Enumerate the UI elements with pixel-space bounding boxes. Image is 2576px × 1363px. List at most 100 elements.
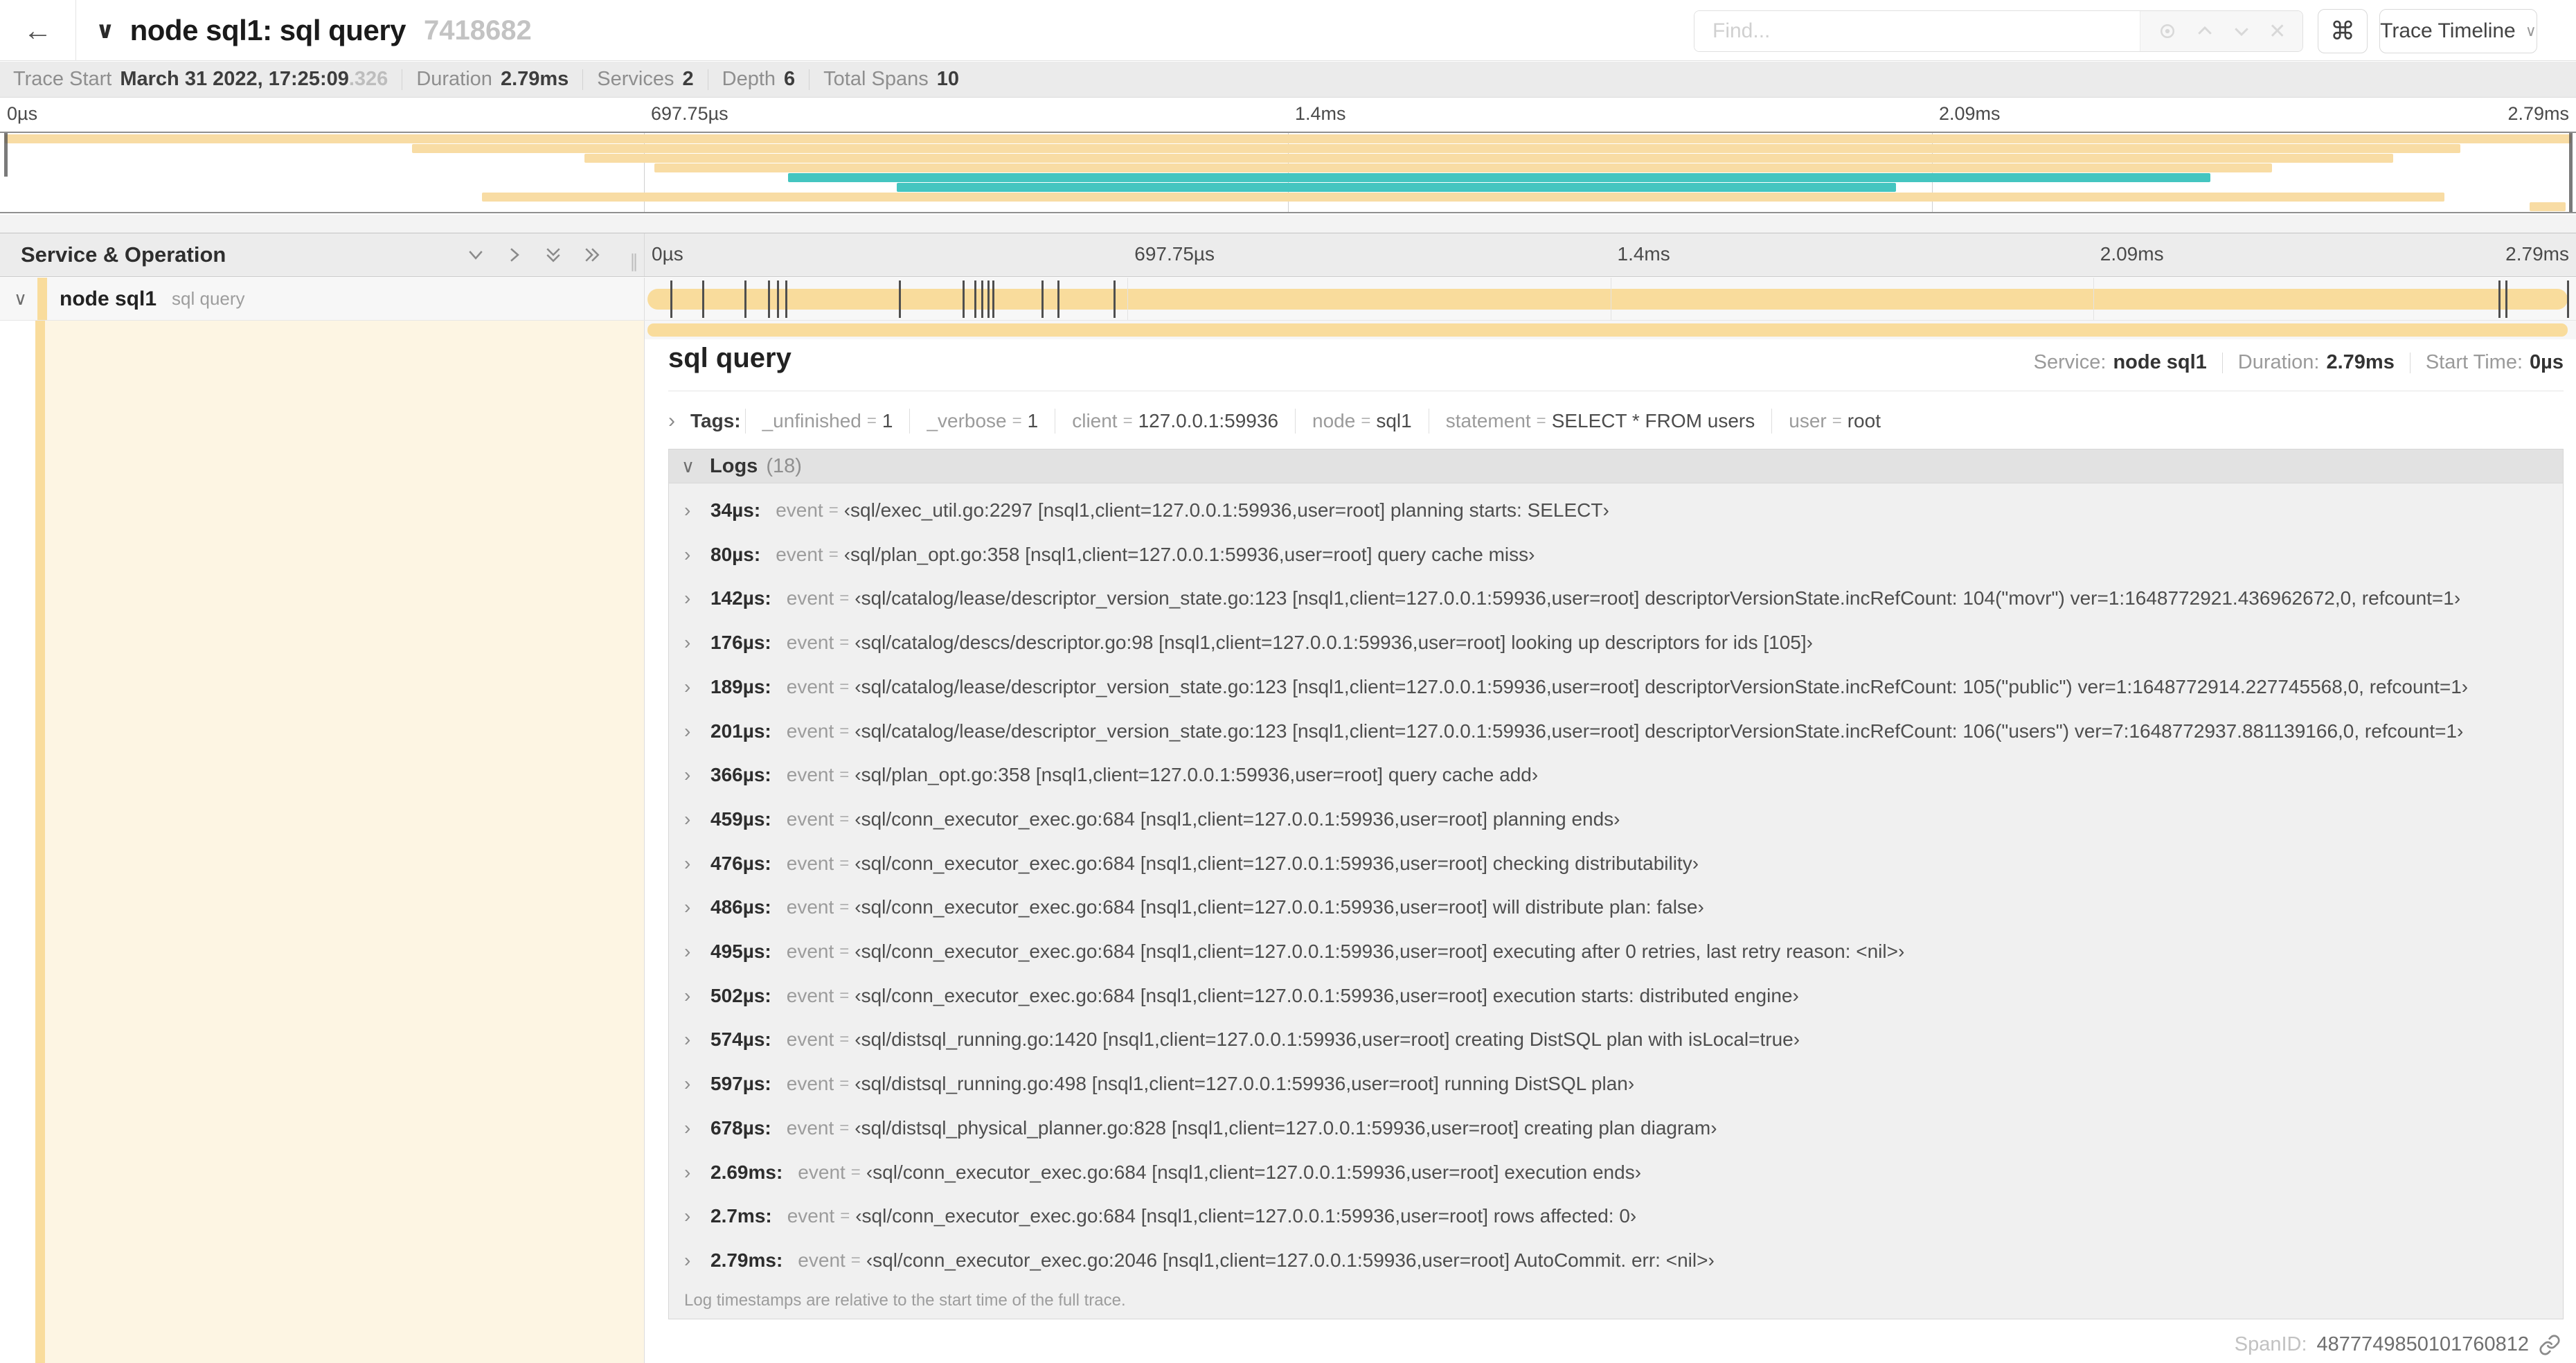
log-row[interactable]: › 597µs: event = ‹sql/distsql_running.go:498… [684, 1068, 2556, 1100]
log-timestamp: 201µs: [710, 720, 771, 742]
tag-pill[interactable]: statement = SELECT * FROM users [1428, 409, 1772, 434]
find-clear-icon[interactable]: ✕ [2269, 19, 2286, 44]
log-event-tick [776, 280, 779, 318]
log-equals: = [839, 898, 850, 917]
chevron-right-icon[interactable]: › [684, 853, 710, 875]
chevron-right-icon[interactable]: › [684, 676, 710, 698]
locate-icon[interactable] [2157, 21, 2178, 42]
view-selector-button[interactable]: Trace Timeline ∨ [2379, 9, 2537, 53]
chevron-right-icon[interactable]: › [684, 544, 710, 566]
log-row[interactable]: › 176µs: event = ‹sql/catalog/descs/descript… [684, 627, 2556, 659]
span-row-name-column[interactable]: ∨ node sql1 sql query [0, 278, 645, 320]
find-next-icon[interactable] [2231, 21, 2252, 42]
log-row[interactable]: › 2.7ms: event = ‹sql/conn_executor_exec.go:… [684, 1200, 2556, 1232]
chevron-right-icon[interactable]: › [684, 587, 710, 609]
expand-one-icon[interactable] [504, 244, 525, 265]
timeline-tick-label: 2.09ms [2100, 243, 2164, 265]
chevron-right-icon[interactable]: › [684, 764, 710, 786]
log-row[interactable]: › 201µs: event = ‹sql/catalog/lease/descript… [684, 715, 2556, 747]
log-field-key: event [786, 587, 834, 609]
log-row[interactable]: › 2.79ms: event = ‹sql/conn_executor_exec.go… [684, 1245, 2556, 1276]
back-arrow-icon: ← [23, 14, 53, 46]
column-resizer-handle[interactable]: ∥ [629, 251, 640, 272]
summary-divider [582, 69, 584, 90]
minimap-left-handle[interactable] [4, 133, 8, 177]
log-row[interactable]: › 476µs: event = ‹sql/conn_executor_exec.go:… [684, 848, 2556, 880]
log-row[interactable]: › 80µs: event = ‹sql/plan_opt.go:358 [nsql1,… [684, 539, 2556, 571]
summary-item: Services 2 [597, 68, 693, 91]
expand-all-icon[interactable] [582, 244, 602, 265]
summary-value: 2 [682, 68, 694, 90]
minimap-tick-label: 2.09ms [1939, 103, 2001, 124]
chevron-right-icon[interactable]: › [684, 1028, 710, 1051]
span-bar-track[interactable] [645, 278, 2576, 320]
find-input[interactable] [1694, 11, 2140, 51]
chevron-right-icon[interactable]: › [684, 1249, 710, 1272]
minimap-span-bar [584, 154, 2393, 163]
log-row[interactable]: › 459µs: event = ‹sql/conn_executor_exec.go:… [684, 803, 2556, 835]
chevron-right-icon[interactable]: › [684, 985, 710, 1007]
trace-title: node sql1: sql query [129, 14, 406, 46]
log-row[interactable]: › 678µs: event = ‹sql/distsql_physical_plann… [684, 1112, 2556, 1144]
tag-pill[interactable]: _verbose = 1 [909, 409, 1055, 434]
log-field-key: event [786, 720, 834, 742]
tag-pill[interactable]: client = 127.0.0.1:59936 [1055, 409, 1295, 434]
chevron-right-icon[interactable]: › [684, 896, 710, 918]
chevron-right-icon[interactable]: › [668, 409, 675, 433]
link-icon[interactable] [2539, 1334, 2561, 1356]
tag-value: 127.0.0.1:59936 [1138, 410, 1279, 431]
summary-item: Total Spans 10 [823, 68, 959, 91]
keyboard-shortcuts-button[interactable]: ⌘ [2318, 9, 2368, 53]
chevron-right-icon[interactable]: › [684, 1073, 710, 1095]
tag-pill[interactable]: node = sql1 [1295, 409, 1429, 434]
trace-title-group[interactable]: ∨ node sql1: sql query 7418682 [96, 0, 532, 61]
detail-stat-value: node sql1 [2113, 351, 2207, 373]
tag-pill[interactable]: _unfinished = 1 [744, 409, 910, 434]
collapse-all-icon[interactable] [543, 244, 564, 265]
log-row[interactable]: › 366µs: event = ‹sql/plan_opt.go:358 [nsql1… [684, 759, 2556, 791]
tag-key: user [1789, 410, 1827, 431]
log-row[interactable]: › 574µs: event = ‹sql/distsql_running.go:142… [684, 1024, 2556, 1055]
log-field-key: event [776, 543, 823, 565]
log-row[interactable]: › 486µs: event = ‹sql/conn_executor_exec.go:… [684, 891, 2556, 923]
log-equals: = [839, 721, 850, 740]
log-row[interactable]: › 142µs: event = ‹sql/catalog/lease/descript… [684, 582, 2556, 614]
log-equals: = [839, 589, 850, 608]
collapse-one-icon[interactable] [465, 244, 486, 265]
chevron-right-icon[interactable]: › [684, 1205, 710, 1227]
span-row-node-sql1[interactable]: ∨ node sql1 sql query [0, 278, 2576, 321]
timeline-tick-label: 1.4ms [1617, 243, 1670, 265]
summary-value: 6 [784, 68, 796, 90]
back-button[interactable]: ← [0, 0, 76, 61]
log-row[interactable]: › 189µs: event = ‹sql/catalog/lease/descript… [684, 671, 2556, 703]
detail-stat-label: Start Time: [2425, 351, 2523, 373]
log-timestamp: 476µs: [710, 852, 771, 874]
chevron-right-icon[interactable]: › [684, 941, 710, 963]
log-row[interactable]: › 495µs: event = ‹sql/conn_executor_exec.go:… [684, 936, 2556, 968]
row-expand-icon[interactable]: ∨ [14, 288, 37, 310]
minimap-right-handle[interactable] [2569, 133, 2573, 212]
chevron-right-icon[interactable]: › [684, 632, 710, 654]
chevron-right-icon[interactable]: › [684, 720, 710, 742]
chevron-down-icon[interactable]: ∨ [681, 456, 695, 477]
service-operation-title: Service & Operation [21, 242, 226, 267]
chevron-right-icon[interactable]: › [684, 499, 710, 522]
chevron-right-icon[interactable]: › [684, 1161, 710, 1184]
detail-stat-value: 2.79ms [2326, 351, 2395, 373]
log-event-tick [1041, 280, 1044, 318]
chevron-right-icon[interactable]: › [684, 1117, 710, 1139]
tag-pill[interactable]: user = root [1771, 409, 1897, 434]
find-prev-icon[interactable] [2194, 21, 2215, 42]
trace-minimap[interactable] [0, 132, 2576, 213]
span-duration-bar-detail[interactable] [647, 323, 2568, 337]
logs-header[interactable]: ∨ Logs (18) [668, 449, 2564, 483]
log-row[interactable]: › 502µs: event = ‹sql/conn_executor_exec.go:… [684, 980, 2556, 1012]
collapse-trace-icon[interactable]: ∨ [96, 17, 115, 44]
chevron-right-icon[interactable]: › [684, 808, 710, 830]
summary-item: Trace Start March 31 2022, 17:25:09.326 [13, 68, 388, 91]
log-event-tick [992, 280, 994, 318]
log-row[interactable]: › 34µs: event = ‹sql/exec_util.go:2297 [nsql… [684, 495, 2556, 526]
tags-section[interactable]: › Tags: _unfinished = 1 _verbose = 1 client = 12… [668, 405, 2564, 437]
span-duration-bar[interactable] [647, 280, 2569, 318]
log-row[interactable]: › 2.69ms: event = ‹sql/conn_executor_exec.go… [684, 1157, 2556, 1188]
